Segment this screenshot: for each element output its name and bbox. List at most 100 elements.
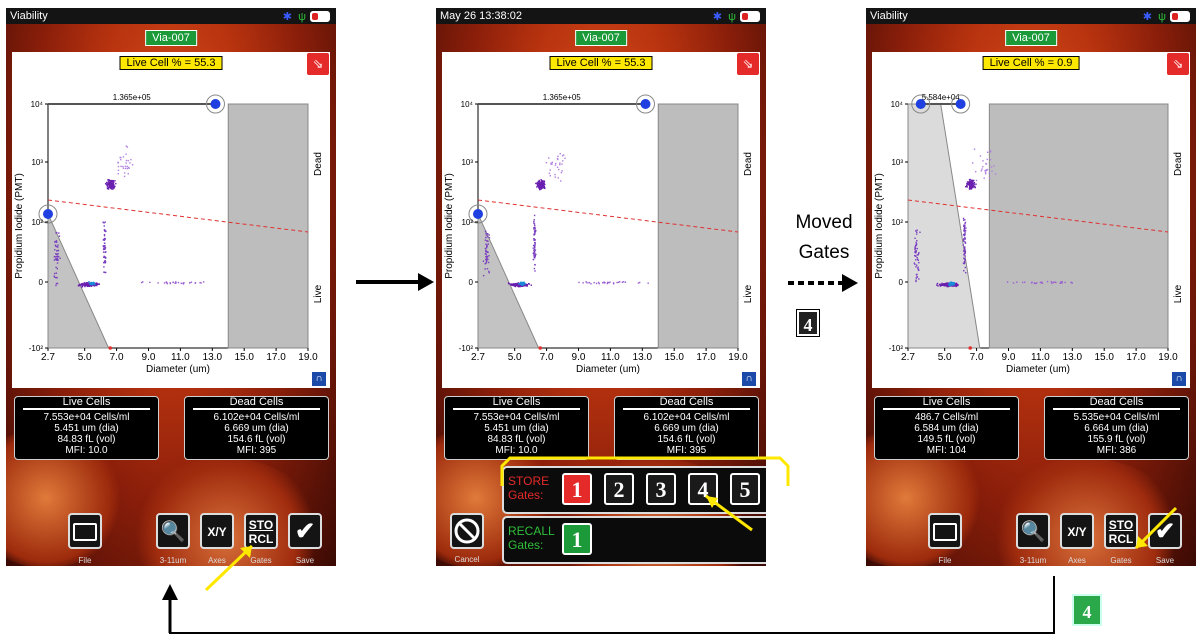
histogram-icon[interactable]: ∩ <box>742 372 756 386</box>
event-dot <box>103 222 105 224</box>
gate-tool-button[interactable]: ⇘ <box>736 52 760 76</box>
cancel-button[interactable] <box>450 513 484 549</box>
event-dot <box>53 259 56 261</box>
event-dot <box>966 185 968 187</box>
event-dot <box>88 281 90 283</box>
event-dot <box>485 232 487 234</box>
save-button[interactable]: ✔ <box>1148 513 1182 549</box>
threshold-marker <box>108 346 113 350</box>
event-dot <box>949 284 952 286</box>
event-dot <box>128 167 130 169</box>
histogram-icon[interactable]: ∩ <box>312 372 326 386</box>
event-dot <box>973 179 975 182</box>
gates-button[interactable]: STO RCL <box>244 513 278 549</box>
event-dot <box>1050 281 1053 283</box>
event-dot <box>993 165 995 167</box>
gates-button[interactable]: STO RCL <box>1104 513 1138 549</box>
event-dot <box>83 284 85 286</box>
event-dot <box>103 242 106 245</box>
axes-button[interactable]: X/Y <box>200 513 234 549</box>
store-slot-3[interactable]: 3 <box>646 473 676 505</box>
dead-diameter: 6.669 um (dia) <box>224 423 289 434</box>
event-dot <box>106 187 109 190</box>
event-dot <box>561 170 563 172</box>
event-dot <box>543 180 546 182</box>
event-dot <box>967 182 970 185</box>
gate-tool-button[interactable]: ⇘ <box>1166 52 1190 76</box>
event-dot <box>991 170 993 172</box>
scatter-plot[interactable]: 5.584e+04 10⁴ 10³ 10² 0 -10² 2.7 5.0 7.0 9.0 11.0 1… <box>872 52 1190 388</box>
axes-label: Axes <box>1068 556 1086 565</box>
x-axis-label: Diameter (um) <box>146 364 210 375</box>
event-dot <box>919 231 921 233</box>
threshold-marker <box>538 346 543 350</box>
event-dot <box>485 236 487 239</box>
event-dot <box>578 281 580 284</box>
event-dot <box>485 250 487 253</box>
event-dot <box>582 282 584 284</box>
zoom-button[interactable]: 🔍 <box>156 513 190 549</box>
event-dot <box>528 283 530 285</box>
rcl-text: RCL <box>1108 532 1134 546</box>
event-dot <box>559 163 561 166</box>
y-tick-label: 10⁴ <box>31 100 44 109</box>
histogram-icon[interactable]: ∩ <box>1172 372 1186 386</box>
event-dot <box>916 231 918 233</box>
event-dot <box>127 172 129 175</box>
event-dot <box>969 178 971 181</box>
event-dot <box>163 282 166 284</box>
x-tick-label: 11.0 <box>1031 352 1050 363</box>
event-dot <box>104 271 107 274</box>
recall-slot-1[interactable]: 1 <box>562 523 592 555</box>
event-dot <box>616 281 618 284</box>
dead-zone-label: Dead <box>313 152 324 176</box>
event-dot <box>88 285 91 287</box>
store-slot-1[interactable]: 1 <box>562 473 592 505</box>
file-button[interactable] <box>68 513 102 549</box>
event-dot <box>157 282 159 284</box>
event-dot <box>554 173 556 176</box>
event-dot <box>488 237 491 239</box>
event-dot <box>948 284 950 286</box>
event-dot <box>917 253 920 256</box>
event-dot <box>974 185 976 188</box>
event-dot <box>647 282 649 284</box>
event-dot <box>1055 281 1057 284</box>
zoom-button[interactable]: 🔍 <box>1016 513 1050 549</box>
x-tick-label: 2.7 <box>471 352 485 363</box>
gate-tool-button[interactable]: ⇘ <box>306 52 330 76</box>
event-dot <box>103 245 105 247</box>
scatter-plot[interactable]: 1.365e+05 10⁴ 10³ 10² 0 -10² 2.7 5.0 7.0 9.0 11.0 1… <box>442 52 760 388</box>
store-slot-4[interactable]: 4 <box>688 473 718 505</box>
event-dot <box>989 151 992 153</box>
live-volume: 149.5 fL (vol) <box>917 434 976 445</box>
event-dot <box>918 252 920 254</box>
event-dot <box>559 162 561 164</box>
event-dot <box>586 282 588 284</box>
scatter-plot[interactable]: 1.365e+05 10⁴ 10³ 10² 0 -10² 2.7 5.0 7.0 9.0 11.0 1… <box>12 52 330 388</box>
event-dot <box>56 250 58 252</box>
event-dot <box>174 282 176 284</box>
x-tick-label: 7.0 <box>970 352 984 363</box>
checkmark-icon: ✔ <box>294 518 316 545</box>
axes-label: Axes <box>208 556 226 565</box>
axes-button[interactable]: X/Y <box>1060 513 1094 549</box>
store-slot-5[interactable]: 5 <box>730 473 760 505</box>
live-zone-label: Live <box>313 284 324 303</box>
event-dot <box>534 247 536 249</box>
store-slot-2[interactable]: 2 <box>604 473 634 505</box>
event-dot <box>488 255 490 257</box>
event-dot <box>104 251 106 254</box>
status-bar: May 26 13:38:02 ✱ ψ <box>436 8 766 24</box>
event-dot <box>102 251 105 253</box>
save-button[interactable]: ✔ <box>288 513 322 549</box>
event-dot <box>971 180 973 183</box>
event-dot <box>986 168 989 171</box>
event-dot <box>618 281 621 283</box>
file-button[interactable] <box>928 513 962 549</box>
live-cell-percent: Live Cell % = 0.9 <box>982 56 1080 70</box>
gates-label: Gates <box>1110 556 1132 565</box>
event-dot <box>535 182 537 185</box>
live-mfi: 10.0 <box>88 445 108 456</box>
event-dot <box>975 179 978 182</box>
